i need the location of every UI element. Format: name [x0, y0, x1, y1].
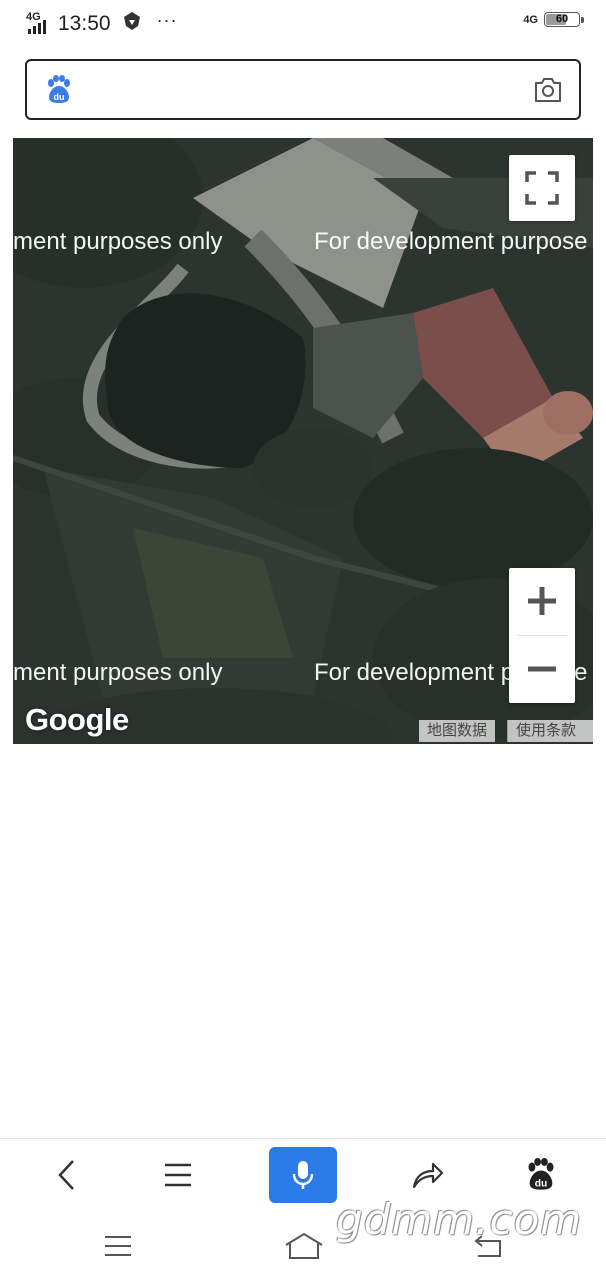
- voice-search-button[interactable]: [269, 1147, 337, 1203]
- status-right: 4G 60: [523, 12, 584, 27]
- network-type-right: 4G: [523, 13, 538, 26]
- site-watermark: gdmm.com: [336, 1195, 583, 1244]
- plus-icon: [528, 587, 556, 615]
- microphone-icon: [292, 1161, 314, 1189]
- zoom-out-button[interactable]: [509, 636, 575, 702]
- dev-watermark: ment purposes only: [13, 659, 223, 686]
- status-left: 4G 13:50 ···: [26, 10, 178, 36]
- minus-icon: [528, 666, 556, 672]
- google-logo: Google: [25, 702, 129, 737]
- baidu-paw-icon: du: [528, 1158, 554, 1190]
- recent-apps-button[interactable]: [93, 1226, 143, 1266]
- fullscreen-button[interactable]: [509, 155, 575, 221]
- clock: 13:50: [58, 11, 111, 35]
- back-button[interactable]: [33, 1147, 101, 1203]
- signal-icon: 4G: [26, 11, 50, 36]
- menu-icon: [165, 1163, 191, 1187]
- search-box[interactable]: du: [25, 59, 581, 120]
- home-button[interactable]: [279, 1226, 329, 1266]
- home-icon: [285, 1232, 323, 1259]
- status-bar: 4G 13:50 ··· 4G 60: [0, 0, 606, 48]
- share-icon: [412, 1162, 444, 1189]
- recent-apps-icon: [105, 1236, 131, 1256]
- search-input[interactable]: [87, 69, 531, 113]
- battery-level: 60: [555, 13, 569, 25]
- camera-icon[interactable]: [533, 76, 563, 104]
- dev-watermark: ment purposes only: [13, 228, 223, 255]
- menu-button[interactable]: [144, 1147, 212, 1203]
- satellite-map[interactable]: ment purposes only For development purpo…: [13, 138, 593, 744]
- baidu-paw-icon: du: [45, 75, 73, 105]
- battery-icon: 60: [544, 12, 584, 27]
- back-chevron-icon: [58, 1160, 74, 1190]
- dev-watermark: For development purpose: [314, 228, 588, 255]
- notification-icon: [123, 11, 141, 36]
- terms-link[interactable]: 使用条款: [507, 720, 593, 742]
- zoom-control: [509, 568, 575, 703]
- zoom-in-button[interactable]: [509, 568, 575, 634]
- fullscreen-icon: [525, 171, 559, 205]
- svg-text:du: du: [54, 92, 65, 102]
- map-data-link[interactable]: 地图数据: [419, 720, 496, 742]
- more-notifications-icon: ···: [156, 10, 178, 30]
- svg-text:du: du: [535, 1178, 547, 1189]
